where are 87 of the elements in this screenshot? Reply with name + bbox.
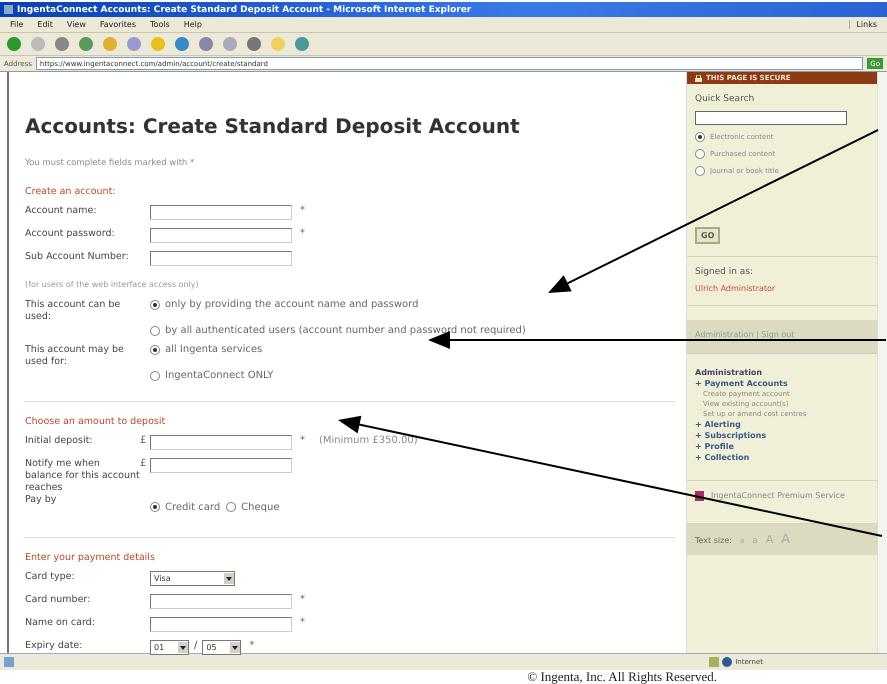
currency-symbol: £	[140, 458, 148, 469]
menu-item[interactable]: Favorites	[100, 20, 136, 29]
copyright: © Ingenta, Inc. All Rights Reserved.	[526, 670, 718, 684]
radio-button[interactable]	[695, 132, 705, 142]
input-field[interactable]	[150, 228, 292, 243]
radio-button[interactable]	[695, 149, 705, 159]
radio-button[interactable]	[150, 370, 160, 380]
field-label: Initial deposit:	[25, 435, 94, 447]
card-type-select[interactable]: Visa	[150, 570, 235, 586]
required-mark: *	[300, 616, 305, 628]
radio-button[interactable]	[150, 344, 160, 354]
field-label: Sub Account Number:	[25, 251, 130, 263]
go-button[interactable]: GO	[695, 227, 720, 244]
signed-in-label: Signed in as:	[695, 267, 754, 277]
search-field[interactable]	[695, 111, 847, 125]
section-heading: Enter your payment details	[25, 552, 156, 563]
input-field[interactable]	[150, 616, 292, 632]
option-label: by all authenticated users (account number and password not required)	[165, 325, 526, 336]
option-label: IngentaConnect ONLY	[165, 370, 274, 381]
toolbar-icon[interactable]	[6, 36, 22, 52]
admin-link[interactable]: + Payment Accounts	[695, 379, 869, 388]
required-mark: *	[300, 228, 305, 239]
toolbar-icon[interactable]	[246, 36, 262, 52]
toolbar-icon[interactable]	[174, 36, 190, 52]
admin-link[interactable]: + Alerting	[695, 420, 869, 429]
field-label: Account name:	[25, 205, 98, 217]
field-label: Card type:	[25, 570, 76, 582]
globe-icon	[722, 657, 732, 667]
menu-item[interactable]: Help	[184, 20, 202, 29]
month-select[interactable]: 01	[150, 640, 189, 655]
browser-icon	[4, 5, 13, 14]
account-bar: Administration | Sign out	[687, 320, 877, 354]
menu-item[interactable]: Tools	[150, 20, 170, 29]
radio-button[interactable]	[226, 502, 236, 512]
toolbar-icon[interactable]	[126, 36, 142, 52]
radio-button[interactable]	[150, 502, 160, 512]
radio-button[interactable]	[695, 166, 705, 176]
field-label: Notify me when balance for this account reaches	[25, 458, 140, 494]
instruction: You must complete fields marked with *	[25, 158, 196, 168]
input-field[interactable]	[150, 251, 292, 266]
radio-button[interactable]	[150, 326, 160, 336]
field-label: Card number:	[25, 594, 92, 606]
field-label: This account can be used:	[25, 299, 122, 323]
currency-symbol: £	[140, 435, 148, 446]
menu-item[interactable]: Edit	[37, 20, 53, 29]
text-size-label: Text size:	[695, 536, 732, 545]
admin-link[interactable]: + Collection	[695, 453, 869, 462]
field-label: Expiry date:	[25, 640, 84, 652]
toolbar-icon[interactable]	[294, 36, 310, 52]
option-label: all Ingenta services	[165, 344, 262, 355]
required-mark: *	[300, 205, 305, 216]
required-mark: *	[300, 435, 305, 446]
input-field[interactable]	[150, 594, 292, 609]
note: (for users of the web interface access only)	[25, 280, 200, 289]
toolbar-icon[interactable]	[198, 36, 214, 52]
radio-button[interactable]	[150, 300, 160, 310]
input-field[interactable]	[150, 435, 292, 450]
toolbar-icon[interactable]	[54, 36, 70, 52]
section-heading: Choose an amount to deposit	[25, 416, 166, 427]
date-separator: /	[194, 640, 198, 651]
menu-item[interactable]: View	[66, 20, 86, 29]
premium-link[interactable]: IngentaConnect Premium Service	[711, 491, 845, 500]
input-field[interactable]	[150, 205, 292, 220]
year-select[interactable]: 05	[202, 640, 242, 655]
toolbar-icon[interactable]	[78, 36, 94, 52]
toolbar-icon[interactable]	[222, 36, 238, 52]
field-label: Pay by	[25, 494, 58, 506]
field-label: Name on card:	[25, 616, 96, 628]
field-label: Account password:	[25, 228, 116, 240]
user-link[interactable]: Ulrich Administrator	[695, 284, 869, 293]
required-mark: *	[300, 594, 305, 605]
section-heading: Create an account:	[25, 186, 116, 197]
input-field[interactable]	[150, 458, 292, 473]
required-mark: *	[249, 640, 254, 651]
admin-title: Administration	[695, 368, 764, 377]
field-note: (Minimum £350.00)	[319, 435, 418, 446]
admin-link[interactable]: + Subscriptions	[695, 431, 869, 440]
option-label: Credit card	[165, 502, 220, 513]
search-title: Quick Search	[695, 94, 756, 104]
menu-item[interactable]: File	[10, 20, 24, 29]
field-label: This account may be used for:	[25, 344, 125, 368]
window-title: IngentaConnect Accounts: Create Standard Deposit Account - Microsoft Internet Explorer	[0, 2, 887, 17]
page-title: Accounts: Create Standard Deposit Account	[25, 114, 521, 138]
admin-link[interactable]: + Profile	[695, 442, 869, 451]
option-label: Cheque	[241, 502, 280, 513]
option-label: only by providing the account name and password	[165, 299, 418, 310]
links-button[interactable]: Links	[849, 20, 877, 29]
